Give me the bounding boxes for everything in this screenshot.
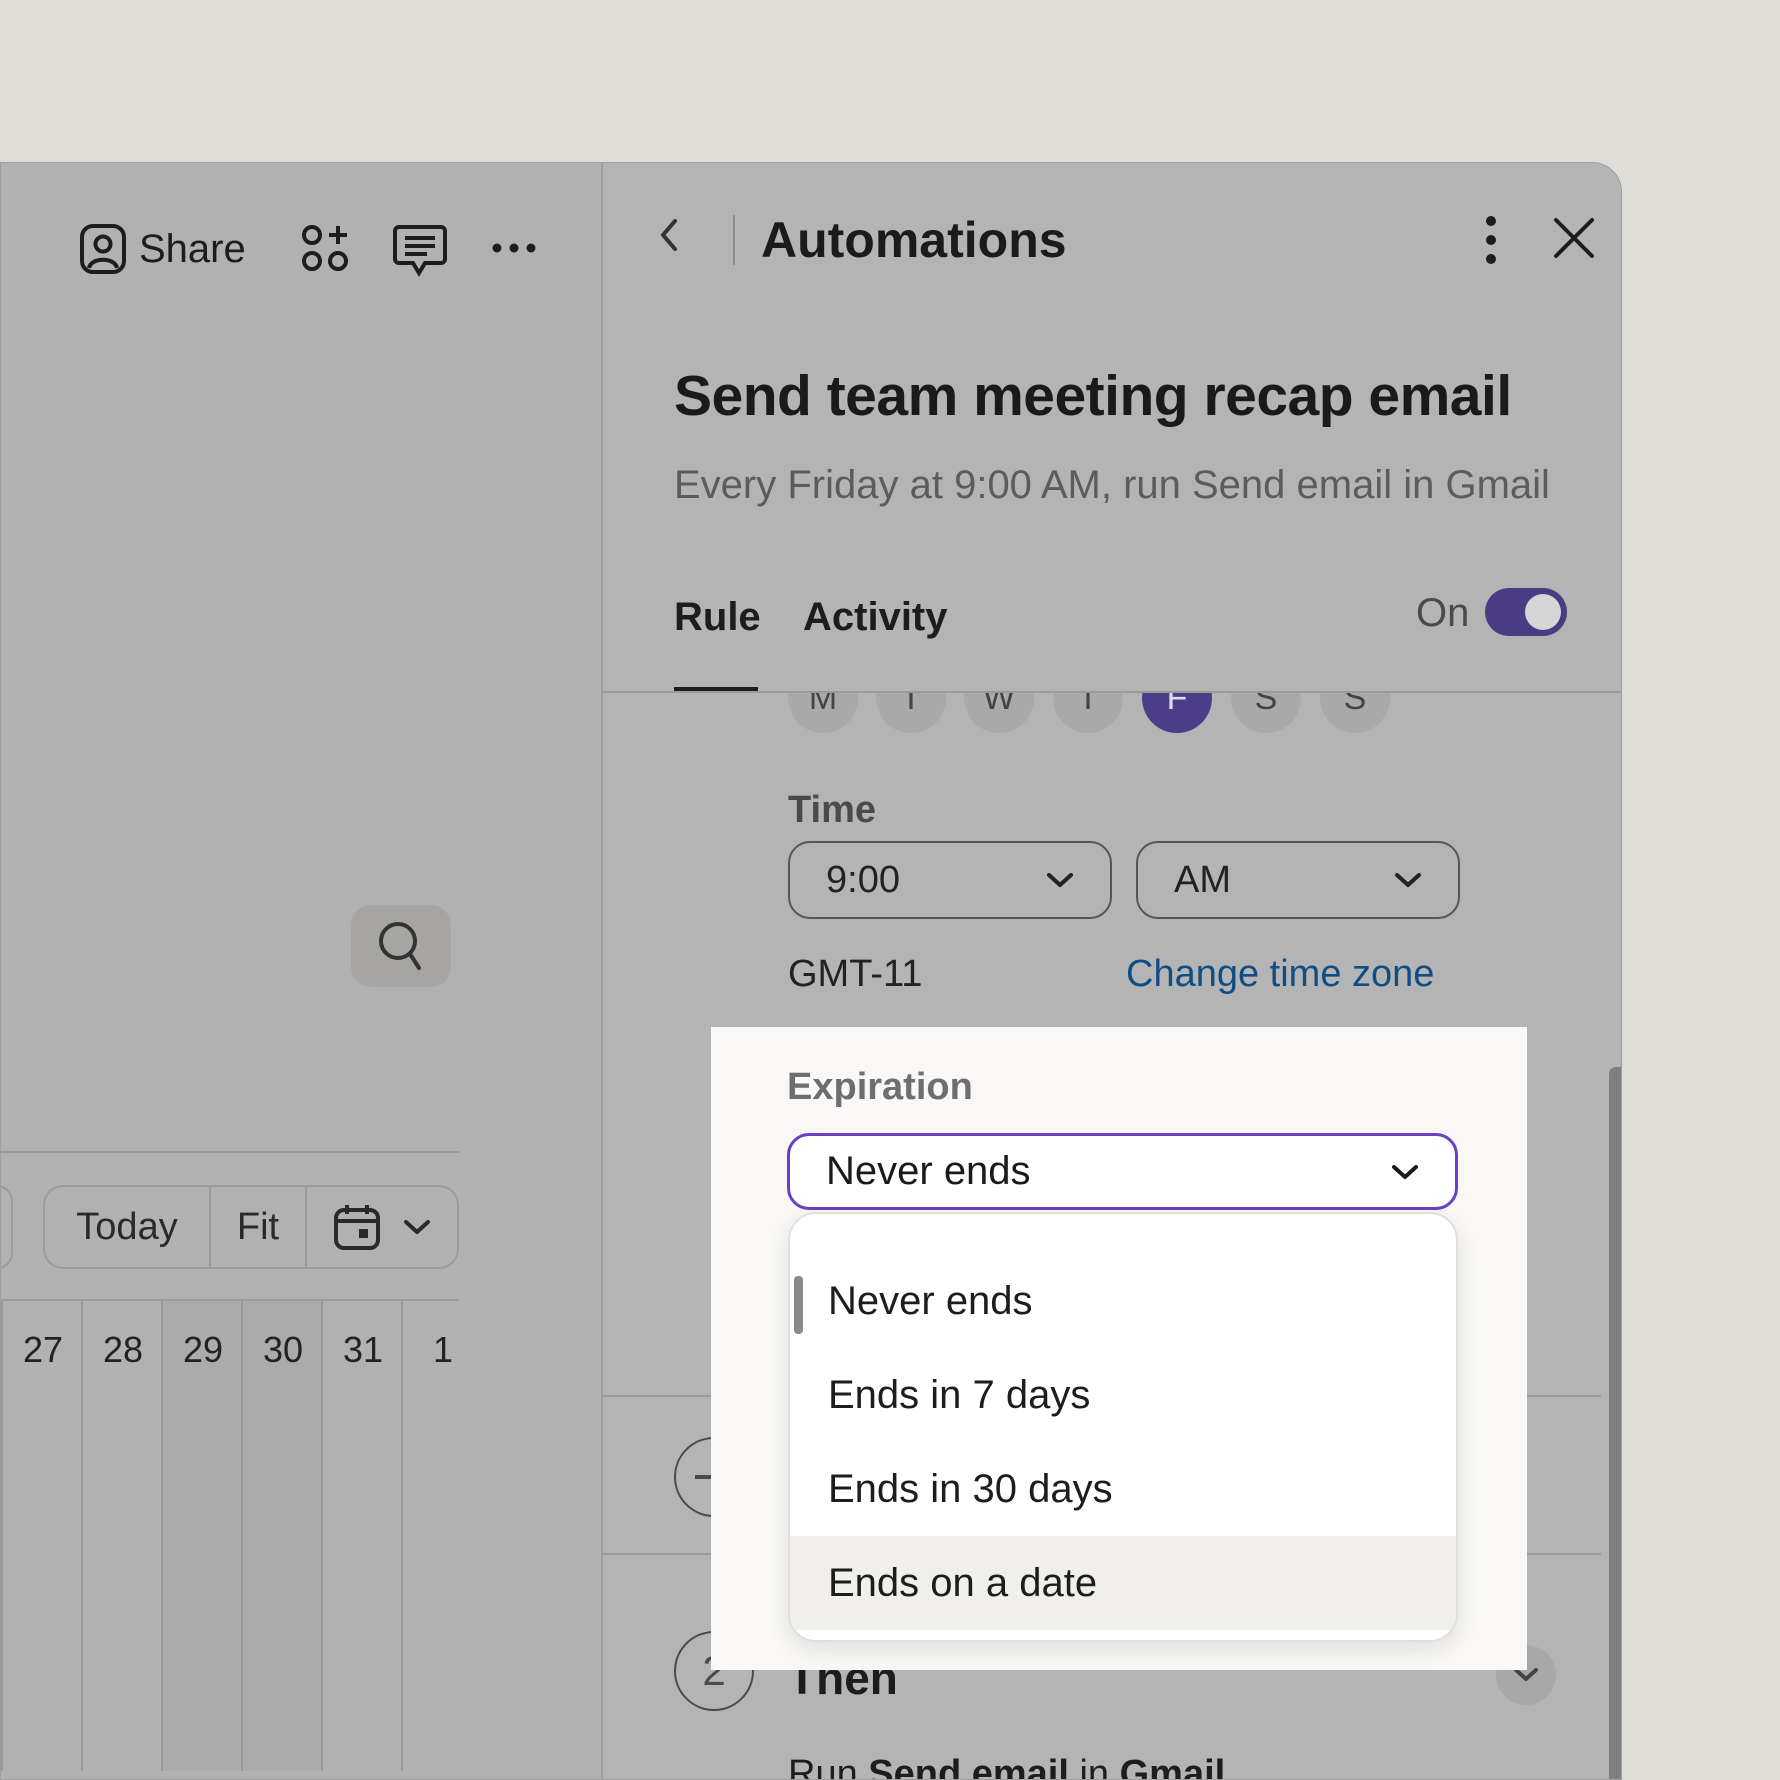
comments-button[interactable] xyxy=(393,223,447,277)
option-ends-in-30-days[interactable]: Ends in 30 days xyxy=(790,1442,1456,1536)
expiration-label: Expiration xyxy=(787,1066,973,1108)
panel-title: Automations xyxy=(761,212,1067,268)
weekday-button-selected[interactable]: F xyxy=(1142,693,1212,733)
panel-scrollbar[interactable] xyxy=(1609,1067,1621,1779)
weekday-button[interactable]: T xyxy=(876,693,946,733)
apps-button[interactable] xyxy=(301,223,349,273)
run-prefix: Run xyxy=(788,1753,869,1780)
option-ends-on-a-date[interactable]: Ends on a date xyxy=(790,1536,1456,1630)
more-button[interactable] xyxy=(491,241,537,255)
change-timezone-link[interactable]: Change time zone xyxy=(1126,953,1434,996)
more-options-button[interactable] xyxy=(1481,215,1501,270)
expiration-select[interactable]: Never ends xyxy=(787,1133,1458,1210)
calendar-days: 27 28 29 30 31 1 xyxy=(1,1301,459,1771)
toggle-knob xyxy=(1525,594,1561,630)
day-column-weekend[interactable]: 29 xyxy=(161,1301,241,1771)
divider xyxy=(1,1151,459,1153)
day-label: 30 xyxy=(262,1329,304,1370)
close-icon xyxy=(1554,218,1594,258)
back-button[interactable] xyxy=(655,213,683,262)
option-never-ends[interactable]: Never ends xyxy=(790,1254,1456,1348)
tab-activity[interactable]: Activity xyxy=(803,595,948,640)
day-label: 31 xyxy=(342,1329,384,1370)
time-label: Time xyxy=(788,789,877,831)
day-label: 1 xyxy=(432,1329,454,1370)
status-label: On xyxy=(1416,591,1470,635)
step-action-summary: Run Send email in Gmail xyxy=(788,1753,1226,1780)
rule-title: Send team meeting recap email xyxy=(674,364,1512,428)
board-pane: Share Today Fit 27 28 29 30 31 1 xyxy=(1,163,603,1779)
prev-nav-button[interactable] xyxy=(1,1185,13,1269)
time-period-value: AM xyxy=(1174,858,1231,901)
time-hour-select[interactable]: 9:00 xyxy=(788,841,1112,919)
chevron-down-icon xyxy=(404,1220,430,1234)
day-column-weekend[interactable]: 30 xyxy=(241,1301,321,1771)
comment-icon xyxy=(393,225,447,277)
user-share-icon xyxy=(80,224,126,274)
share-label: Share xyxy=(139,226,246,271)
expiration-value: Never ends xyxy=(826,1149,1031,1193)
kebab-icon xyxy=(1486,216,1496,264)
weekday-label: T xyxy=(876,693,946,733)
weekday-label: M xyxy=(788,693,858,733)
rule-summary: Every Friday at 9:00 AM, run Send email … xyxy=(674,463,1550,507)
share-button[interactable]: Share xyxy=(79,223,246,275)
day-label: 28 xyxy=(102,1329,144,1370)
app-name: Gmail xyxy=(1119,1753,1226,1780)
day-column[interactable]: 27 xyxy=(1,1301,81,1771)
fit-button[interactable]: Fit xyxy=(209,1187,305,1267)
weekday-button[interactable]: T xyxy=(1053,693,1123,733)
ellipsis-icon xyxy=(492,243,536,253)
search-icon xyxy=(379,922,421,970)
option-label: Ends in 7 days xyxy=(828,1372,1091,1417)
day-label: 29 xyxy=(182,1329,224,1370)
weekday-button[interactable]: S xyxy=(1231,693,1301,733)
weekday-label: S xyxy=(1320,693,1390,733)
chevron-down-icon xyxy=(1047,873,1073,887)
weekday-label: F xyxy=(1142,693,1212,733)
close-button[interactable] xyxy=(1551,215,1597,266)
chevron-down-icon xyxy=(1392,1164,1418,1179)
time-hour-value: 9:00 xyxy=(826,858,900,901)
weekday-button[interactable]: S xyxy=(1320,693,1390,733)
header-divider xyxy=(733,215,735,265)
date-nav-group: Today Fit xyxy=(43,1185,459,1269)
weekday-button[interactable]: M xyxy=(788,693,858,733)
selected-indicator xyxy=(794,1276,803,1334)
search-button[interactable] xyxy=(351,905,451,987)
day-label: 27 xyxy=(22,1329,64,1370)
calendar-icon xyxy=(334,1205,380,1250)
apps-add-icon xyxy=(302,225,348,271)
rule-toggle[interactable] xyxy=(1485,588,1567,636)
weekday-button[interactable]: W xyxy=(964,693,1034,733)
time-period-select[interactable]: AM xyxy=(1136,841,1460,919)
run-mid: in xyxy=(1068,1753,1120,1780)
weekday-label: T xyxy=(1053,693,1123,733)
tab-rule[interactable]: Rule xyxy=(674,595,761,640)
expiration-dropdown-menu: Never ends Ends in 7 days Ends in 30 day… xyxy=(788,1212,1458,1642)
today-button[interactable]: Today xyxy=(45,1187,209,1267)
option-label: Ends in 30 days xyxy=(828,1466,1113,1511)
calendar-dropdown[interactable] xyxy=(305,1187,457,1267)
weekday-label: S xyxy=(1231,693,1301,733)
option-ends-in-7-days[interactable]: Ends in 7 days xyxy=(790,1348,1456,1442)
chevron-down-icon xyxy=(1395,873,1421,887)
option-label: Ends on a date xyxy=(828,1560,1098,1605)
action-name: Send email xyxy=(868,1753,1069,1780)
option-label: Never ends xyxy=(828,1278,1033,1323)
chevron-left-icon xyxy=(661,219,677,251)
day-column[interactable]: 31 xyxy=(321,1301,401,1771)
day-column[interactable]: 1 xyxy=(401,1301,481,1771)
weekday-label: W xyxy=(964,693,1034,733)
day-column[interactable]: 28 xyxy=(81,1301,161,1771)
timezone-value: GMT-11 xyxy=(788,953,923,995)
